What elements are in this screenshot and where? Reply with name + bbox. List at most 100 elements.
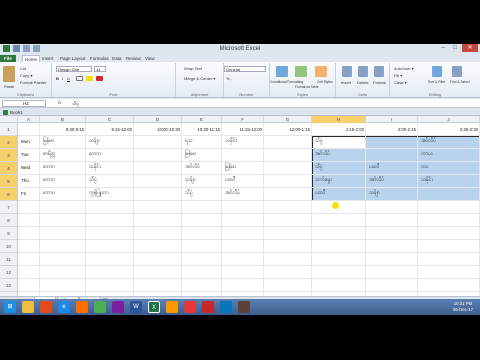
formula-input[interactable]: သိပ္ပံ: [72, 101, 79, 108]
system-clock[interactable]: 10:21 PM 06-Dec-17: [448, 301, 478, 313]
subject-cell[interactable]: သင်္ချာ: [89, 138, 100, 145]
subject-cell[interactable]: ရသ: [185, 138, 193, 145]
day-cell[interactable]: Tue: [21, 152, 29, 157]
underline-icon[interactable]: U: [67, 76, 70, 81]
percent-style-button[interactable]: % ,: [226, 76, 232, 81]
column-header-b[interactable]: B: [40, 116, 86, 123]
number-format-combo[interactable]: General: [224, 66, 266, 72]
spreadsheet-grid[interactable]: ABCDEFGHIJ 12345678910111213148:30-9:159…: [0, 116, 480, 296]
row-header-3[interactable]: 3: [0, 149, 18, 162]
word-icon[interactable]: W: [130, 301, 142, 313]
subject-cell[interactable]: ဘောဂ: [43, 177, 55, 184]
subject-cell[interactable]: ဘောဂ: [43, 164, 55, 171]
media-player-icon[interactable]: [166, 301, 178, 313]
time-slot-cell[interactable]: 11:15-12:00: [239, 127, 262, 132]
excel-taskbar-icon[interactable]: X: [148, 301, 160, 313]
subject-cell[interactable]: ပထဝီ: [315, 190, 326, 197]
time-slot-cell[interactable]: 12:00-1:15: [289, 127, 310, 132]
delete-cells-icon[interactable]: [358, 66, 368, 77]
subject-cell[interactable]: သက်မွေး: [315, 177, 332, 184]
autosum-button[interactable]: AutoSum ▾: [394, 66, 414, 71]
find-select-button[interactable]: Find & Select: [450, 80, 470, 84]
file-explorer-icon[interactable]: [22, 301, 34, 313]
tab-formulas[interactable]: Formulas: [88, 55, 111, 62]
time-slot-cell[interactable]: 9:15-10:00: [111, 127, 132, 132]
wrap-text-button[interactable]: Wrap Text: [184, 66, 202, 71]
misc-app-icon[interactable]: [238, 301, 250, 313]
subject-cell[interactable]: အင်္ဂလိပ်: [421, 138, 436, 145]
subject-cell[interactable]: အင်္ဂလိပ်: [225, 190, 240, 197]
delete-button[interactable]: Delete: [357, 80, 369, 85]
subject-cell[interactable]: သိပ္ပံ: [185, 190, 193, 197]
sort-filter-icon[interactable]: [432, 66, 442, 77]
row-header-5[interactable]: 5: [0, 175, 18, 188]
subject-cell[interactable]: အင်္ဂလိပ်: [185, 164, 200, 171]
row-header-12[interactable]: 12: [0, 266, 18, 279]
font-name-combo[interactable]: Design One: [56, 66, 92, 72]
app-icon[interactable]: [184, 301, 196, 313]
conditional-formatting-button[interactable]: Conditional Formatting: [270, 80, 303, 84]
time-slot-cell[interactable]: 2:00-2:45: [398, 127, 416, 132]
subject-cell[interactable]: မြန်မာ: [225, 164, 236, 171]
column-header-i[interactable]: I: [366, 116, 418, 123]
sort-filter-button[interactable]: Sort & Filter: [428, 80, 445, 84]
row-header-13[interactable]: 13: [0, 279, 18, 292]
column-header-f[interactable]: F: [222, 116, 264, 123]
subject-cell[interactable]: သမိုင်း: [421, 177, 433, 184]
insert-cells-icon[interactable]: [342, 66, 352, 77]
time-slot-cell[interactable]: 2:45-3:30: [460, 127, 478, 132]
name-box[interactable]: H2: [2, 100, 46, 107]
tab-home[interactable]: Home: [22, 55, 41, 62]
maximize-button[interactable]: □: [449, 44, 461, 52]
row-header-10[interactable]: 10: [0, 240, 18, 253]
cut-button[interactable]: Cut: [20, 66, 26, 71]
subject-cell[interactable]: အင်္ဂလိပ်: [369, 177, 384, 184]
chrome-icon[interactable]: [94, 301, 106, 313]
tab-view[interactable]: View: [143, 55, 157, 62]
tab-file[interactable]: File: [0, 55, 16, 62]
font-color-icon[interactable]: [96, 76, 103, 81]
font-size-combo[interactable]: 14: [94, 66, 106, 72]
skype-icon[interactable]: [220, 301, 232, 313]
column-header-a[interactable]: A: [18, 116, 40, 123]
format-cells-icon[interactable]: [374, 66, 384, 77]
row-header-11[interactable]: 11: [0, 253, 18, 266]
fill-color-icon[interactable]: [86, 76, 93, 81]
paste-icon[interactable]: [3, 66, 15, 82]
copy-button[interactable]: Copy ▾: [20, 73, 32, 78]
column-header-d[interactable]: D: [134, 116, 182, 123]
row-header-9[interactable]: 9: [0, 227, 18, 240]
day-cell[interactable]: Mon: [21, 139, 30, 144]
subject-cell[interactable]: ကွန်ပြူတာ: [89, 190, 109, 197]
row-header-8[interactable]: 8: [0, 214, 18, 227]
time-slot-cell[interactable]: 10:30-11:15: [197, 127, 220, 132]
close-button[interactable]: ✕: [462, 44, 478, 52]
subject-cell[interactable]: သင်္ချာ: [185, 177, 196, 184]
time-slot-cell[interactable]: 10:00-10:30: [157, 127, 180, 132]
subject-cell[interactable]: ဘောဂ: [89, 151, 101, 158]
cell-styles-button[interactable]: Cell Styles: [317, 80, 333, 84]
viber-icon[interactable]: [112, 301, 124, 313]
find-select-icon[interactable]: [452, 66, 462, 77]
firefox-icon[interactable]: [76, 301, 88, 313]
row-header-4[interactable]: 4: [0, 162, 18, 175]
subject-cell[interactable]: သင်္ချာ: [369, 190, 380, 197]
subject-cell[interactable]: ပထဝီ: [225, 177, 236, 184]
subject-cell[interactable]: မြန်မာ: [43, 138, 54, 145]
conditional-formatting-icon[interactable]: [276, 66, 288, 77]
subject-cell[interactable]: ဘောဂ: [43, 190, 55, 197]
subject-cell[interactable]: ကာယ: [421, 151, 433, 158]
column-header-g[interactable]: G: [264, 116, 312, 123]
paste-button[interactable]: Paste: [4, 84, 14, 89]
tab-data[interactable]: Data: [110, 55, 124, 62]
day-cell[interactable]: Thu: [21, 178, 29, 183]
format-painter-button[interactable]: Format Painter: [20, 80, 46, 85]
column-header-h[interactable]: H: [312, 116, 366, 123]
time-slot-cell[interactable]: 1:15-2:00: [346, 127, 364, 132]
subject-cell[interactable]: ဘဝ: [421, 164, 429, 171]
format-button[interactable]: Format: [373, 80, 386, 85]
subject-cell[interactable]: ပထဝီ: [369, 164, 380, 171]
subject-cell[interactable]: သိပ္ပံ: [315, 164, 323, 171]
merge-center-button[interactable]: Merge & Center ▾: [184, 76, 215, 81]
subject-cell[interactable]: သိပ္ပံ: [315, 138, 323, 145]
